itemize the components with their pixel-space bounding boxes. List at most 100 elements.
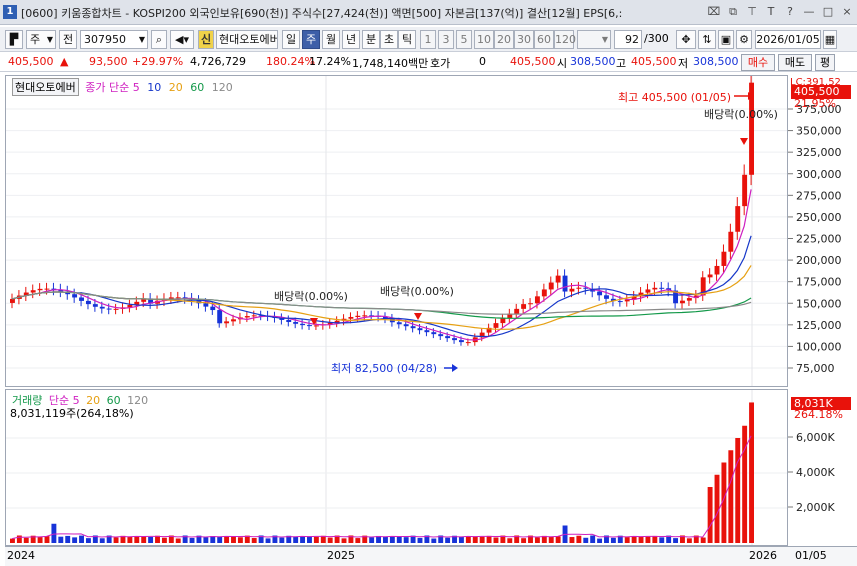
- tab-yearly[interactable]: 년: [342, 30, 360, 49]
- period-select[interactable]: 주 ▼: [26, 30, 56, 49]
- volume-bar: [341, 538, 347, 543]
- all-button[interactable]: 전: [59, 30, 77, 49]
- price-tick-label: 200,000: [796, 254, 842, 267]
- volume-bar: [148, 536, 154, 543]
- speaker-icon[interactable]: ◀▾: [170, 30, 194, 49]
- data-count-input[interactable]: 92: [614, 30, 642, 49]
- maximize-icon[interactable]: □: [820, 4, 836, 20]
- volume-bar: [555, 536, 561, 543]
- chart-tool-icon[interactable]: ⇅: [698, 30, 716, 49]
- volume-bar: [307, 536, 312, 543]
- dividend-marker-icon: [414, 313, 422, 320]
- volume-bar: [534, 537, 540, 543]
- candle-body: [79, 297, 84, 301]
- volume-bar: [583, 537, 589, 543]
- candle-body: [686, 298, 692, 301]
- candle-body: [707, 274, 713, 278]
- buy-button[interactable]: 매수: [741, 54, 775, 71]
- layout-icon[interactable]: ▛: [5, 30, 23, 49]
- hoga-label: 호가: [430, 57, 451, 70]
- candle-body: [10, 298, 15, 303]
- interval-20[interactable]: 20: [494, 30, 514, 49]
- stock-code-input[interactable]: 307950 ▼: [80, 30, 148, 49]
- candle-body: [106, 308, 112, 310]
- candle-body: [231, 319, 236, 322]
- candle-body: [714, 265, 720, 275]
- candle-body: [210, 306, 216, 311]
- price-legend-name[interactable]: 현대오토에버: [12, 78, 79, 96]
- candle-body: [617, 301, 623, 303]
- high-label: 고: [616, 57, 627, 70]
- interval-1[interactable]: 1: [420, 30, 436, 49]
- flat-button[interactable]: 평: [815, 54, 835, 71]
- tab-weekly[interactable]: 주: [302, 30, 320, 49]
- time-label-2026: 2026: [749, 549, 777, 562]
- volume-bar: [23, 537, 29, 543]
- volume-bar: [396, 536, 402, 543]
- interval-30[interactable]: 30: [514, 30, 534, 49]
- volume-bar: [472, 536, 478, 543]
- price-chart-canvas[interactable]: 최고 405,500 (01/05) 최저 82,500 (04/28) 배당락(0…: [6, 76, 787, 386]
- candle-body: [431, 332, 437, 335]
- volume-bar: [203, 537, 209, 543]
- tab-second[interactable]: 초: [380, 30, 398, 49]
- volume-bar: [300, 536, 306, 543]
- link-icon[interactable]: ⌧: [706, 4, 722, 20]
- interval-3[interactable]: 3: [438, 30, 454, 49]
- volume-bar: [507, 538, 513, 543]
- volume-bar: [638, 536, 644, 543]
- candle-body: [735, 206, 741, 232]
- close-icon[interactable]: ×: [839, 4, 855, 20]
- volume-bar: [728, 450, 734, 543]
- volume-bar: [521, 538, 527, 543]
- ma5-label: 5: [132, 81, 140, 94]
- sell-button[interactable]: 매도: [778, 54, 812, 71]
- low-label: 저: [678, 57, 689, 70]
- help-icon[interactable]: ?: [782, 4, 798, 20]
- price-tick-label: 350,000: [796, 125, 842, 138]
- high-annotation: 최고 405,500 (01/05): [618, 91, 731, 104]
- settings-icon[interactable]: ⚙: [736, 30, 752, 49]
- quote-strip: 405,500 ▲ 93,500 +29.97% 4,726,729 180.2…: [0, 53, 857, 72]
- open-label: 시: [557, 57, 568, 70]
- current-price: 405,500: [8, 55, 54, 68]
- candle-body: [355, 315, 361, 317]
- candle-body: [562, 275, 568, 292]
- interval-10[interactable]: 10: [474, 30, 494, 49]
- candle-body: [548, 282, 554, 290]
- tab-minute[interactable]: 분: [362, 30, 380, 49]
- save-icon[interactable]: ▣: [718, 30, 734, 49]
- dividend-annotation: 배당락(0.00%): [274, 290, 348, 303]
- volume-bar: [58, 536, 64, 543]
- candle-body: [438, 334, 444, 337]
- search-icon[interactable]: ⌕: [151, 30, 167, 49]
- volume-bar: [735, 438, 741, 543]
- ma10-label: 10: [147, 81, 162, 94]
- dividend-marker-icon: [740, 138, 748, 145]
- date-input[interactable]: 2026/01/05: [755, 30, 821, 49]
- minimize-icon[interactable]: —: [801, 4, 817, 20]
- restore-window-icon[interactable]: ⧉: [725, 4, 741, 20]
- interval-120[interactable]: 120: [554, 30, 576, 49]
- interval-60[interactable]: 60: [534, 30, 554, 49]
- ma60-label: 60: [190, 81, 205, 94]
- tab-tick[interactable]: 틱: [398, 30, 416, 49]
- candle-body: [37, 288, 43, 291]
- tab-monthly[interactable]: 월: [322, 30, 340, 49]
- volume-bar: [231, 535, 236, 543]
- calendar-icon[interactable]: ▦: [823, 30, 837, 49]
- volume-bar: [44, 536, 50, 543]
- interval-custom-select[interactable]: ▼: [577, 30, 611, 49]
- volume-chart-panel[interactable]: 거래량 단순 5 20 60 120 8,031,119주(264,18%): [5, 389, 788, 546]
- pin-icon[interactable]: ⊤: [744, 4, 760, 20]
- stock-name-field[interactable]: 현대오토에버: [216, 30, 278, 49]
- price-chart-panel[interactable]: 최고 405,500 (01/05) 최저 82,500 (04/28) 배당락(0…: [5, 75, 788, 387]
- font-icon[interactable]: T: [763, 4, 779, 20]
- app-icon[interactable]: 1: [3, 5, 17, 19]
- volume-bar: [700, 537, 706, 543]
- tab-daily[interactable]: 일: [282, 30, 300, 49]
- candle-body: [92, 304, 98, 307]
- interval-5[interactable]: 5: [456, 30, 472, 49]
- crosshair-icon[interactable]: ✥: [676, 30, 696, 49]
- volume-bar: [72, 537, 78, 543]
